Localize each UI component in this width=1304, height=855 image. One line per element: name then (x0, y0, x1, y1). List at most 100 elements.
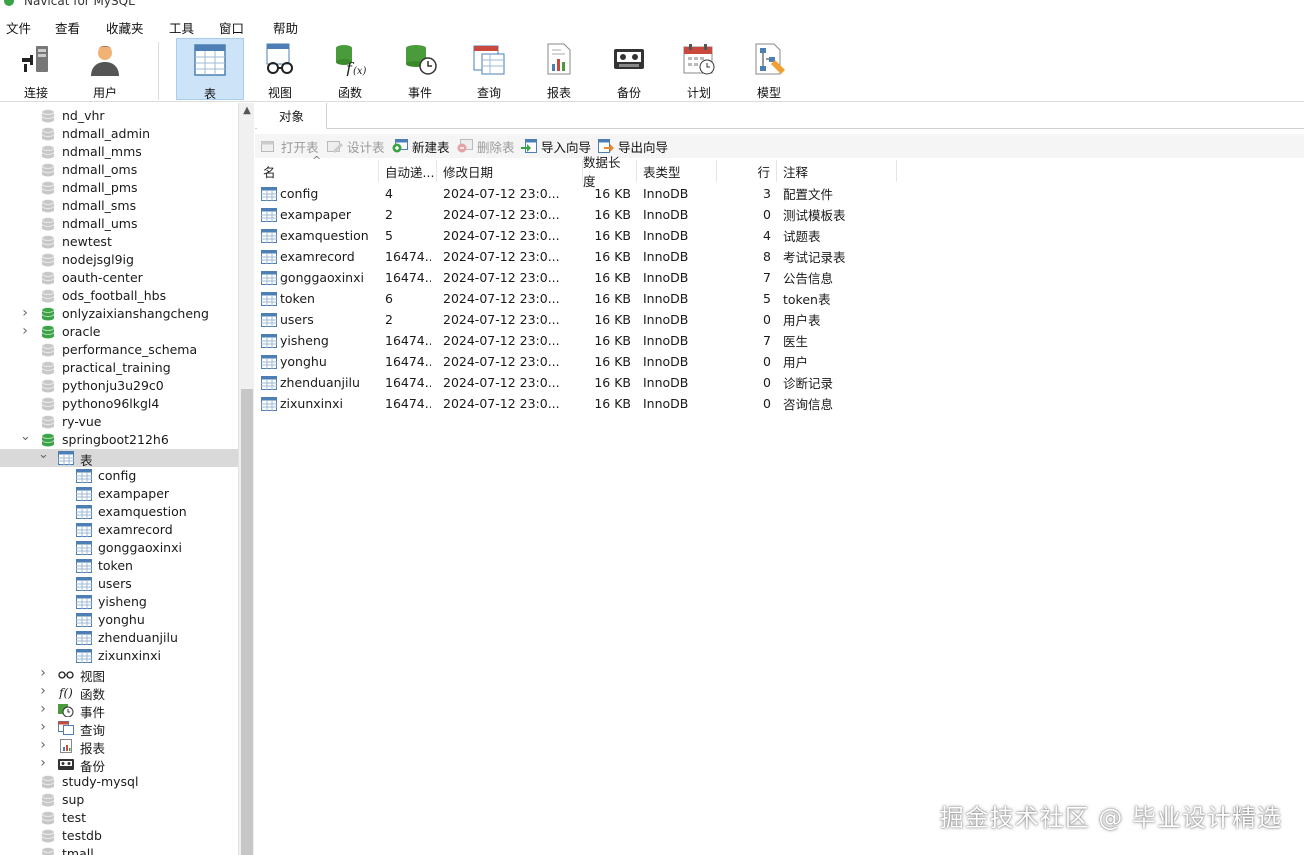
chevron-right-icon[interactable]: › (38, 738, 48, 752)
tree-scrollbar[interactable]: ▲ (238, 103, 254, 855)
tree-item-28[interactable]: yonghu (0, 611, 238, 629)
tree-item-35[interactable]: › 报表 (0, 737, 238, 756)
menu-item-1[interactable]: 查看 (55, 14, 80, 41)
tree-item-21[interactable]: exampaper (0, 485, 238, 503)
tree-item-40[interactable]: testdb (0, 827, 238, 845)
cell-comment: 用户表 (783, 309, 891, 330)
toolbar-button-0[interactable]: 连接 (2, 38, 70, 100)
tree-item-8[interactable]: nodejsgl9ig (0, 251, 238, 269)
toolbar-button-5[interactable]: 事件 (386, 38, 454, 100)
toolbar-button-8[interactable]: 备份 (595, 38, 663, 100)
cell-size: 16 KB (589, 204, 631, 225)
chevron-right-icon[interactable]: › (20, 324, 30, 338)
tree-item-6[interactable]: ndmall_ums (0, 215, 238, 233)
tree-item-19[interactable]: ⌄ 表 (0, 448, 238, 468)
tree-item-32[interactable]: › f() 函数 (0, 683, 238, 702)
table-row[interactable]: examquestion 5 2024-07-12 23:0... 16 KB Inno… (255, 225, 1304, 246)
menu-item-0[interactable]: 文件 (6, 14, 31, 41)
toolbar-button-7[interactable]: 报表 (525, 38, 593, 100)
tree-item-10[interactable]: ods_football_hbs (0, 287, 238, 305)
sort-ascending-icon[interactable]: ^ (312, 154, 321, 167)
tree-item-11[interactable]: › onlyzaixianshangcheng (0, 305, 238, 323)
column-header-3[interactable]: 数据长度 (583, 155, 637, 189)
table-row[interactable]: token 6 2024-07-12 23:0... 16 KB InnoDB 5 toke… (255, 288, 1304, 309)
table-row[interactable]: yonghu 16474... 2024-07-12 23:0... 16 KB Inn… (255, 351, 1304, 372)
chevron-down-icon[interactable]: ⌄ (20, 430, 31, 443)
scroll-thumb[interactable] (241, 389, 253, 855)
chevron-right-icon[interactable]: › (20, 306, 30, 320)
cell-name: yonghu (261, 351, 379, 372)
tree-item-5[interactable]: ndmall_sms (0, 197, 238, 215)
tree-item-15[interactable]: pythonju3u29c0 (0, 377, 238, 395)
toolbar-button-6[interactable]: 查询 (455, 38, 523, 100)
menu-item-4[interactable]: 窗口 (219, 14, 244, 41)
tree-item-18[interactable]: ⌄ springboot212h6 (0, 430, 238, 449)
chevron-right-icon[interactable]: › (38, 720, 48, 734)
tree-item-3[interactable]: ndmall_oms (0, 161, 238, 179)
tree-item-33[interactable]: › 事件 (0, 701, 238, 720)
tree-item-30[interactable]: zixunxinxi (0, 647, 238, 665)
toolbar-button-2[interactable]: 表 (176, 38, 244, 101)
table-row[interactable]: examrecord 16474... 2024-07-12 23:0... 16 K… (255, 246, 1304, 267)
tree-item-27[interactable]: yisheng (0, 593, 238, 611)
tree-item-17[interactable]: ry-vue (0, 413, 238, 431)
tree-item-14[interactable]: practical_training (0, 359, 238, 377)
tab-objects[interactable]: 对象 (257, 103, 327, 129)
tree-item-39[interactable]: test (0, 809, 238, 827)
menu-item-2[interactable]: 收藏夹 (106, 14, 144, 41)
tree-item-37[interactable]: study-mysql (0, 773, 238, 791)
action-button-2[interactable]: 新建表 (392, 137, 450, 155)
scroll-up-arrow-icon[interactable]: ▲ (241, 105, 253, 116)
cell-text: 5 (385, 228, 393, 243)
column-header-1[interactable]: 自动递... (379, 160, 437, 182)
chevron-right-icon[interactable]: › (38, 666, 48, 680)
tree-item-23[interactable]: examrecord (0, 521, 238, 539)
tree-item-25[interactable]: token (0, 557, 238, 575)
tree-item-29[interactable]: zhenduanjilu (0, 629, 238, 647)
tree-item-12[interactable]: › oracle (0, 323, 238, 341)
table-row[interactable]: exampaper 2 2024-07-12 23:0... 16 KB InnoDB 0… (255, 204, 1304, 225)
tree-item-2[interactable]: ndmall_mms (0, 143, 238, 161)
cell-size: 16 KB (589, 372, 631, 393)
tree-item-36[interactable]: › 备份 (0, 755, 238, 774)
database-icon (41, 325, 58, 339)
menu-item-3[interactable]: 工具 (169, 14, 194, 41)
toolbar-button-1[interactable]: 用户 (71, 38, 139, 100)
tree-item-7[interactable]: newtest (0, 233, 238, 251)
action-button-4[interactable]: 导入向导 (521, 137, 591, 155)
menu-item-5[interactable]: 帮助 (273, 14, 298, 41)
chevron-right-icon[interactable]: › (38, 684, 48, 698)
table-row[interactable]: zixunxinxi 16474... 2024-07-12 23:0... 16 K… (255, 393, 1304, 414)
toolbar-button-3[interactable]: 视图 (246, 38, 314, 100)
tree-item-4[interactable]: ndmall_pms (0, 179, 238, 197)
tree-item-1[interactable]: ndmall_admin (0, 125, 238, 143)
tree-item-22[interactable]: examquestion (0, 503, 238, 521)
toolbar-button-9[interactable]: 计划 (665, 38, 733, 100)
toolbar-button-4[interactable]: f (x) 函数 (316, 38, 384, 100)
table-row[interactable]: zhenduanjilu 16474... 2024-07-12 23:0... 16… (255, 372, 1304, 393)
tree-item-16[interactable]: pythono96lkgl4 (0, 395, 238, 413)
table-row[interactable]: gonggaoxinxi 16474... 2024-07-12 23:0... 16… (255, 267, 1304, 288)
tree-item-24[interactable]: gonggaoxinxi (0, 539, 238, 557)
tree-item-0[interactable]: nd_vhr (0, 107, 238, 125)
table-row[interactable]: config 4 2024-07-12 23:0... 16 KB InnoDB 3 配置文… (255, 183, 1304, 204)
column-header-4[interactable]: 表类型 (637, 160, 717, 182)
chevron-down-icon[interactable]: ⌄ (38, 448, 49, 461)
chevron-right-icon[interactable]: › (38, 702, 48, 716)
tree-item-38[interactable]: sup (0, 791, 238, 809)
tree-item-31[interactable]: › 视图 (0, 665, 238, 684)
tree-item-26[interactable]: users (0, 575, 238, 593)
toolbar-button-10[interactable]: 模型 (735, 38, 803, 100)
tree-item-9[interactable]: oauth-center (0, 269, 238, 287)
table-row[interactable]: users 2 2024-07-12 23:0... 16 KB InnoDB 0 用户表 (255, 309, 1304, 330)
column-header-6[interactable]: 注释 (777, 160, 897, 182)
tree-item-34[interactable]: › 查询 (0, 719, 238, 738)
tree-item-41[interactable]: tmall (0, 845, 238, 855)
tree-item-13[interactable]: performance_schema (0, 341, 238, 359)
cell-text: 8 (763, 249, 771, 264)
column-header-5[interactable]: 行 (717, 160, 777, 182)
table-row[interactable]: yisheng 16474... 2024-07-12 23:0... 16 KB In… (255, 330, 1304, 351)
column-header-2[interactable]: 修改日期 (437, 160, 583, 182)
tree-item-20[interactable]: config (0, 467, 238, 485)
chevron-right-icon[interactable]: › (38, 756, 48, 770)
